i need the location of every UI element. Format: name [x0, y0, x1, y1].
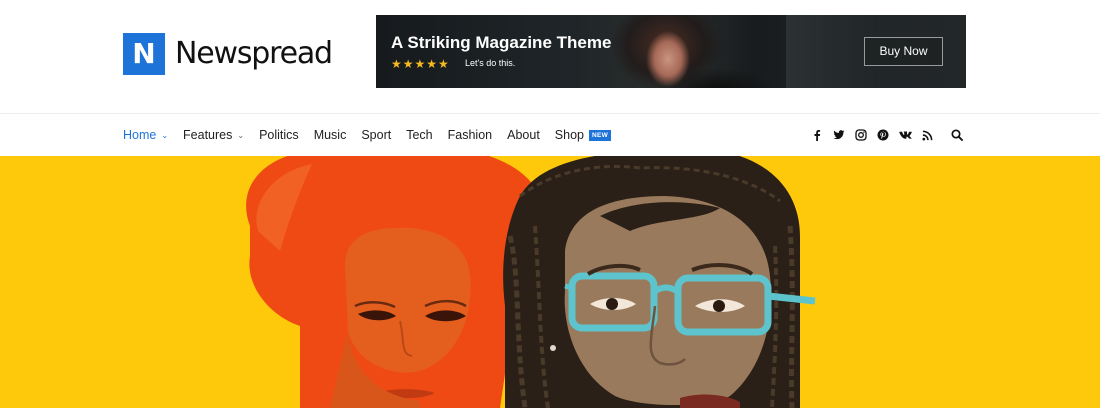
nav-item-music[interactable]: Music	[314, 128, 347, 142]
nav-item-label: Sport	[361, 128, 392, 142]
search-icon[interactable]	[946, 124, 968, 146]
chevron-down-icon: ⌄	[237, 130, 245, 140]
site-header: N Newspread A Striking Magazine Theme ★★…	[0, 0, 1100, 113]
nav-item-tech[interactable]: Tech	[406, 128, 432, 142]
new-badge: NEW	[589, 129, 612, 141]
pinterest-icon[interactable]	[872, 124, 894, 146]
ad-banner[interactable]: A Striking Magazine Theme ★★★★★ Let's do…	[376, 15, 966, 88]
social-links	[806, 114, 968, 156]
nav-item-label: Features	[183, 128, 233, 142]
nav-item-label: Shop	[554, 128, 584, 142]
nav-item-home[interactable]: Home ⌄	[123, 128, 168, 142]
nav-item-politics[interactable]: Politics	[259, 128, 299, 142]
main-menu: Home ⌄ Features ⌄ Politics Music Sport T…	[123, 114, 626, 156]
facebook-icon[interactable]	[806, 124, 828, 146]
rss-icon[interactable]	[916, 124, 938, 146]
nav-item-label: Politics	[259, 128, 299, 142]
vk-icon[interactable]	[894, 124, 916, 146]
banner-photo	[606, 15, 786, 88]
buy-now-button[interactable]: Buy Now	[864, 37, 943, 66]
nav-item-label: Music	[313, 128, 347, 142]
nav-item-label: Fashion	[447, 128, 493, 142]
nav-item-label: About	[507, 128, 540, 142]
nav-item-sport[interactable]: Sport	[361, 128, 391, 142]
banner-subtitle: Let's do this.	[465, 58, 516, 68]
nav-item-features[interactable]: Features ⌄	[183, 128, 244, 142]
site-logo[interactable]: N Newspread	[123, 32, 333, 75]
nav-item-label: Home	[123, 128, 157, 142]
main-navigation-bar: Home ⌄ Features ⌄ Politics Music Sport T…	[0, 113, 1100, 156]
twitter-icon[interactable]	[828, 124, 850, 146]
hero-illustration	[246, 156, 816, 408]
nav-item-label: Tech	[406, 128, 433, 142]
nav-item-shop[interactable]: Shop NEW	[554, 128, 612, 142]
hero-image[interactable]	[0, 156, 1100, 408]
nav-item-about[interactable]: About	[507, 128, 540, 142]
star-rating-icon: ★★★★★	[391, 57, 450, 71]
nav-item-fashion[interactable]: Fashion	[448, 128, 492, 142]
logo-mark: N	[123, 32, 165, 75]
instagram-icon[interactable]	[850, 124, 872, 146]
logo-text: Newspread	[175, 35, 333, 71]
chevron-down-icon: ⌄	[161, 130, 169, 140]
banner-title: A Striking Magazine Theme	[391, 33, 612, 52]
hero-figure-right	[503, 156, 816, 408]
